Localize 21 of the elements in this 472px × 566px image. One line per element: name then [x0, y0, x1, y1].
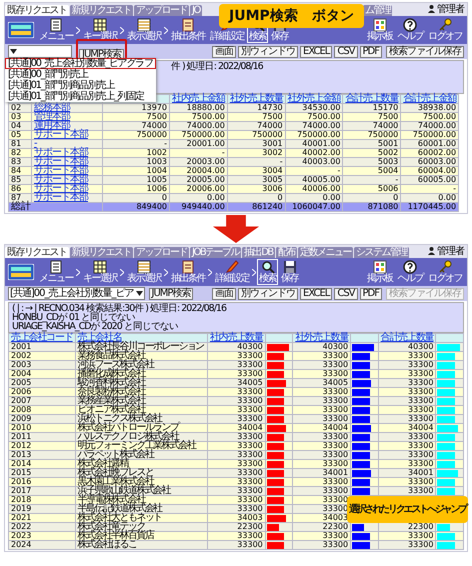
- info-text: 件 ) 処理日: 2022/08/16: [171, 62, 264, 71]
- table-cell: 株式会社半林百貨店: [75, 532, 208, 540]
- callout-tooltip: JUMP検索 ボタン: [219, 4, 364, 28]
- user-name: 管理者: [437, 2, 464, 16]
- table-cell: 駿河香料株式会社: [75, 378, 208, 388]
- table-cell: 浜子県歌山鉄道株式会社: [75, 486, 208, 496]
- table-cell: 播磨化成株式会社: [75, 370, 208, 378]
- table-cell: 半島伝記鉄道株式会社: [75, 504, 208, 514]
- total-label: 総計: [8, 202, 102, 212]
- table-cell: 明元フォーミング工業株式会社: [75, 442, 208, 450]
- table-cell: 株式会社長谷川コーポレーション: [75, 342, 208, 352]
- table-cell: 株式会社醤精: [75, 460, 208, 468]
- info-text: ( | : → | RECNO.034 検索結果:30件 ) 処理日: 2022/08/16: [12, 304, 228, 313]
- info-text: URIAGE_KAISHA_CDが 2020 と同じでない: [12, 322, 179, 331]
- table-cell: 株式会社大ともネット: [75, 514, 208, 522]
- callout-tooltip: 選択されたリクエストへジャンプ: [347, 496, 468, 523]
- table-cell: 業務産業株式会社: [75, 396, 208, 406]
- table-cell: 奈良製粉株式会社: [75, 388, 208, 396]
- table-cell: 株式会社ほるこ: [75, 540, 208, 550]
- user-name: 管理者: [437, 244, 464, 258]
- info-text: HONBU_CDが 01 と同じでない: [12, 313, 136, 322]
